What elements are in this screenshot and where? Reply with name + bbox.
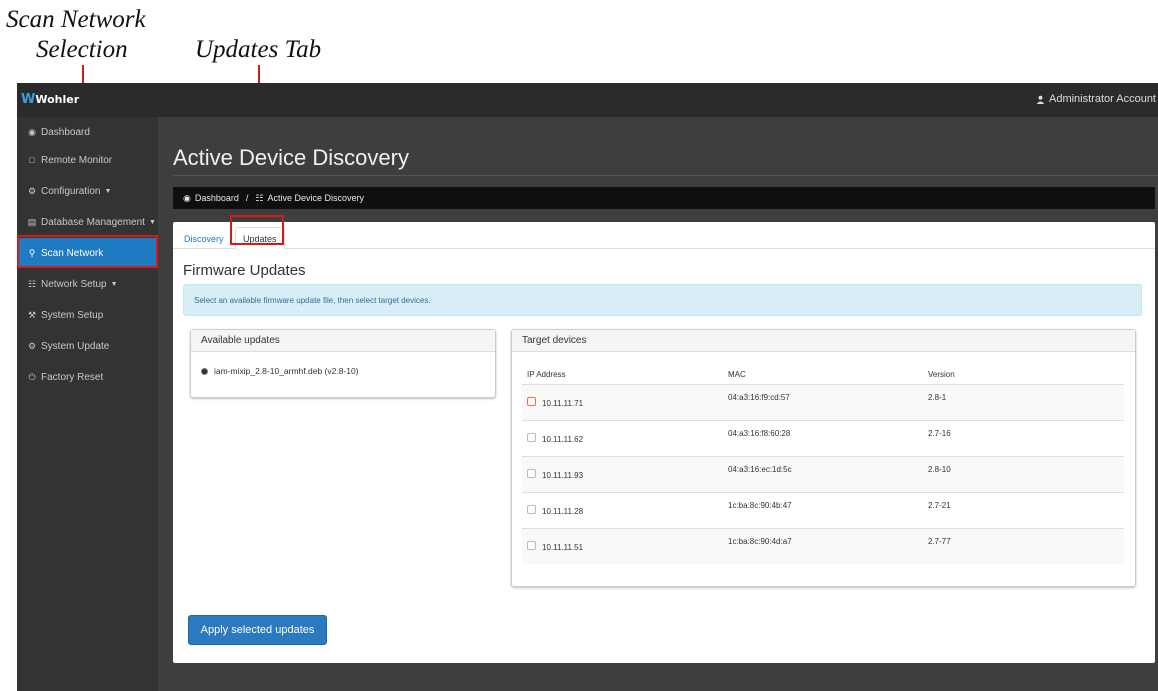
- breadcrumb-separator: /: [245, 193, 249, 203]
- account-name: Administrator Account: [1049, 93, 1156, 105]
- power-icon: ⏻: [28, 371, 36, 382]
- callout-box-updates-tab: [230, 215, 284, 245]
- device-version: 2.8-10: [928, 465, 951, 474]
- device-checkbox[interactable]: [527, 433, 536, 442]
- column-header-mac: MAC: [728, 370, 746, 379]
- sidebar-item-label: Network Setup: [41, 278, 107, 290]
- discovery-panel: Discovery Updates Firmware Updates Selec…: [173, 222, 1155, 663]
- sidebar-item-factory-reset[interactable]: ⏻ Factory Reset: [17, 362, 158, 392]
- apply-updates-button[interactable]: Apply selected updates: [188, 615, 327, 645]
- tab-discovery[interactable]: Discovery: [177, 229, 231, 249]
- sidebar-item-system-update[interactable]: ⚙ System Update: [17, 331, 158, 361]
- table-row[interactable]: 10.11.11.51 1c:ba:8c:90:4d:a7 2.7-77: [522, 528, 1124, 564]
- sitemap-icon: ☷: [255, 192, 264, 203]
- device-mac: 1c:ba:8c:90:4b:47: [728, 501, 792, 510]
- device-ip: 10.11.11.28: [542, 507, 584, 516]
- sidebar-item-label: System Update: [41, 340, 110, 352]
- device-ip: 10.11.11.93: [542, 471, 584, 480]
- sidebar-item-system-setup[interactable]: ⚒ System Setup: [17, 300, 158, 330]
- device-mac: 1c:ba:8c:90:4d:a7: [728, 537, 792, 546]
- sidebar-item-label: Factory Reset: [41, 371, 104, 383]
- device-checkbox[interactable]: [527, 397, 536, 406]
- device-checkbox[interactable]: [527, 505, 536, 514]
- device-mac: 04:a3:16:f8:60:28: [728, 429, 791, 438]
- callout-updates-tab: Updates Tab: [195, 36, 322, 63]
- chevron-down-icon: ▼: [104, 187, 112, 195]
- breadcrumb-current: Active Device Discovery: [267, 193, 365, 203]
- callout-scan-network-line1: Scan Network: [6, 6, 146, 33]
- update-file-label: iam-mixip_2.8-10_armhf.deb (v2.8-10): [214, 366, 359, 376]
- device-version: 2.7-21: [928, 501, 951, 510]
- column-header-ip: IP Address: [527, 370, 566, 379]
- device-version: 2.7-16: [928, 429, 951, 438]
- dashboard-icon: ◉: [183, 192, 191, 203]
- device-version: 2.7-77: [928, 537, 951, 546]
- target-devices-heading: Target devices: [512, 330, 1135, 352]
- table-row[interactable]: 10.11.11.28 1c:ba:8c:90:4b:47 2.7-21: [522, 492, 1124, 528]
- chevron-down-icon: ▼: [148, 218, 156, 226]
- sidebar-item-network-setup[interactable]: ☷ Network Setup ▼: [17, 269, 158, 299]
- sidebar-item-label: Database Management: [41, 216, 145, 228]
- gear-icon: ⚙: [27, 340, 37, 351]
- sitemap-icon: ☷: [27, 278, 37, 289]
- database-icon: ▤: [27, 216, 37, 227]
- sidebar-item-database-management[interactable]: ▤ Database Management ▼: [17, 207, 158, 237]
- gears-icon: ⚙: [27, 185, 37, 196]
- device-mac: 04:a3:16:f9:cd:57: [728, 393, 790, 402]
- dashboard-icon: ◉: [28, 126, 36, 137]
- wrench-icon: ⚒: [27, 309, 37, 320]
- tab-bar: Discovery Updates: [173, 222, 1155, 250]
- sidebar-item-label: Configuration: [41, 185, 101, 197]
- target-devices-panel: Target devices IP Address MAC Version 10…: [511, 329, 1136, 587]
- sidebar-item-remote-monitor[interactable]: □ Remote Monitor: [17, 145, 158, 175]
- available-updates-heading: Available updates: [191, 330, 495, 352]
- chevron-down-icon: ▼: [110, 280, 118, 288]
- device-version: 2.8-1: [928, 393, 947, 402]
- sidebar-item-label: System Setup: [41, 309, 104, 321]
- brand-logo[interactable]: W Wohler: [21, 92, 79, 107]
- table-row[interactable]: 10.11.11.93 04:a3:16:ec:1d:5c 2.8-10: [522, 456, 1124, 492]
- page-title: Active Device Discovery: [173, 145, 409, 170]
- sidebar-item-label: Remote Monitor: [41, 154, 113, 166]
- table-row[interactable]: 10.11.11.62 04:a3:16:f8:60:28 2.7-16: [522, 420, 1124, 456]
- callout-scan-network-line2: Selection: [36, 36, 128, 63]
- title-divider: [173, 175, 1158, 176]
- main-content: Active Device Discovery ◉ Dashboard / ☷ …: [158, 117, 1158, 691]
- column-header-version: Version: [928, 370, 955, 379]
- device-checkbox[interactable]: [527, 541, 536, 550]
- radio-selected-icon[interactable]: [201, 367, 208, 375]
- sidebar: ◉ Dashboard □ Remote Monitor ⚙ Configura…: [17, 117, 158, 691]
- firmware-updates-heading: Firmware Updates: [183, 262, 306, 279]
- breadcrumb-home[interactable]: Dashboard: [195, 193, 239, 203]
- device-checkbox[interactable]: [527, 469, 536, 478]
- account-menu[interactable]: Administrator Account: [1036, 93, 1156, 105]
- top-navbar: W Wohler Administrator Account: [17, 83, 1158, 117]
- device-ip: 10.11.11.51: [542, 543, 584, 552]
- update-file-option[interactable]: iam-mixip_2.8-10_armhf.deb (v2.8-10): [201, 366, 359, 376]
- breadcrumb: ◉ Dashboard / ☷ Active Device Discovery: [173, 187, 1155, 209]
- monitor-icon: □: [29, 155, 35, 165]
- available-updates-panel: Available updates iam-mixip_2.8-10_armhf…: [190, 329, 496, 398]
- sidebar-item-configuration[interactable]: ⚙ Configuration ▼: [17, 176, 158, 206]
- table-row[interactable]: 10.11.11.71 04:a3:16:f9:cd:57 2.8-1: [522, 384, 1124, 420]
- info-alert: Select an available firmware update file…: [183, 284, 1142, 316]
- device-ip: 10.11.11.71: [542, 399, 584, 408]
- device-ip: 10.11.11.62: [542, 435, 584, 444]
- sidebar-item-label: Dashboard: [41, 126, 90, 138]
- sidebar-item-dashboard[interactable]: ◉ Dashboard: [17, 117, 158, 147]
- device-mac: 04:a3:16:ec:1d:5c: [728, 465, 792, 474]
- wohler-logo-icon: W: [21, 92, 36, 107]
- user-icon: [1036, 95, 1045, 104]
- screenshot-root: Scan Network Selection Updates Tab W Woh…: [0, 0, 1158, 691]
- brand-name: Wohler: [35, 93, 80, 106]
- callout-box-scan-network: [17, 235, 158, 268]
